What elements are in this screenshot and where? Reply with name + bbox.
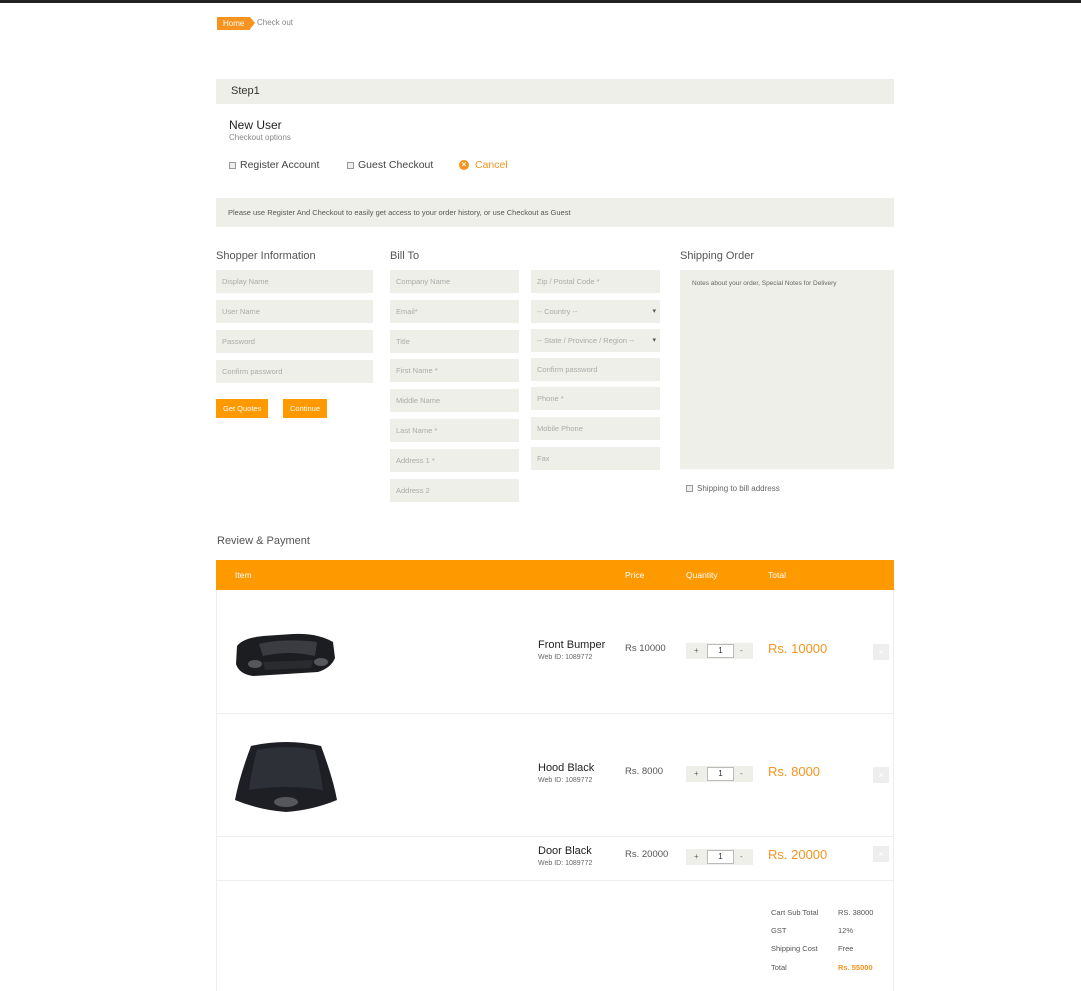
gst-value: 12% [838,926,854,935]
qty-input[interactable]: 1 [707,850,734,864]
item-web-id: Web ID: 1089772 [538,654,593,661]
shipping-notes-textarea[interactable]: Notes about your order, Special Notes fo… [680,270,894,469]
get-quotes-button[interactable]: Get Quotes [216,399,269,418]
breadcrumb-home[interactable]: Home [217,17,256,30]
total-label: Total [771,963,787,972]
item-total: Rs. 10000 [768,641,828,656]
step-title: Step1 [231,85,260,97]
shipping-cost-value: Free [838,944,854,953]
total-value: Rs. 55000 [838,963,873,972]
header-total: Total [768,570,786,580]
gst-label: GST [771,926,787,935]
display-name-field[interactable]: Display Name [216,270,373,293]
cancel-button[interactable]: × Cancel [459,159,508,171]
item-price: Rs. 8000 [625,766,664,777]
item-web-id: Web ID: 1089772 [538,860,593,867]
header-price: Price [625,570,645,580]
guest-checkout-option[interactable]: Guest Checkout [347,159,433,171]
qty-input[interactable]: 1 [707,644,734,658]
review-payment-title: Review & Payment [217,535,310,547]
item-name: Door Black [538,845,592,857]
guest-label: Guest Checkout [358,159,434,171]
middle-name-field[interactable]: Middle Name [390,389,519,412]
qty-increase-button[interactable]: + [694,769,699,778]
phone-field[interactable]: Phone * [531,387,660,410]
qty-decrease-button[interactable]: - [740,852,743,861]
qty-decrease-button[interactable]: - [740,769,743,778]
mobile-phone-field[interactable]: Mobile Phone [531,417,660,440]
bill-confirm-password-field[interactable]: Confirm password [531,358,660,381]
qty-decrease-button[interactable]: - [740,646,743,655]
info-message-bar: Please use Register And Checkout to easi… [216,198,894,227]
user-name-field[interactable]: User Name [216,300,373,323]
shopper-info-title: Shopper Information [216,250,316,262]
quantity-stepper[interactable]: + 1 - [686,849,753,865]
subtotal-value: RS. 38000 [838,908,874,917]
last-name-field[interactable]: Last Name * [390,419,519,442]
ship-to-bill-label: Shipping to bill address [697,484,780,493]
quantity-stepper[interactable]: + 1 - [686,766,753,782]
item-total: Rs. 8000 [768,764,821,779]
item-name: Front Bumper [538,639,606,651]
cancel-icon: × [459,160,469,170]
row-divider [217,880,893,881]
info-message: Please use Register And Checkout to easi… [228,208,571,217]
first-name-field[interactable]: First Name * [390,359,519,382]
item-name: Hood Black [538,762,595,774]
remove-item-button[interactable]: × [873,644,889,660]
row-divider [217,836,893,837]
qty-increase-button[interactable]: + [694,646,699,655]
fax-field[interactable]: Fax [531,447,660,470]
ship-to-bill-checkbox[interactable] [686,485,693,492]
confirm-password-field[interactable]: Confirm password [216,360,373,383]
shipping-order-title: Shipping Order [680,250,754,262]
header-quantity: Quantity [686,570,718,580]
item-web-id: Web ID: 1089772 [538,777,593,784]
item-price: Rs. 20000 [625,849,669,860]
item-total: Rs. 20000 [768,847,828,862]
register-checkbox[interactable] [229,161,236,169]
remove-item-button[interactable]: × [873,767,889,783]
breadcrumb-current: Check out [257,18,294,27]
qty-increase-button[interactable]: + [694,852,699,861]
new-user-subtitle: Checkout options [229,133,291,142]
cancel-label: Cancel [475,159,508,171]
continue-button[interactable]: Continue [283,399,328,418]
quantity-stepper[interactable]: + 1 - [686,643,753,659]
header-item: Item [235,570,252,580]
country-select[interactable]: -- Country -- [531,300,660,323]
register-label: Register Account [240,159,320,171]
address2-field[interactable]: Address 2 [390,479,519,502]
company-name-field[interactable]: Company Name [390,270,519,293]
qty-input[interactable]: 1 [707,767,734,781]
shipping-cost-label: Shipping Cost [771,944,818,953]
row-divider [217,713,893,714]
remove-item-button[interactable]: × [873,846,889,862]
top-bar [0,0,1081,3]
subtotal-label: Cart Sub Total [771,908,819,917]
title-field[interactable]: Title [390,330,519,353]
hood-black-image [235,742,337,812]
password-field[interactable]: Password [216,330,373,353]
state-select[interactable]: -- State / Province / Region -- [531,329,660,352]
front-bumper-image [236,633,335,676]
cart-table-header: Item Price Quantity Total [216,560,894,590]
bill-to-title: Bill To [390,250,420,262]
step-header: Step1 [216,79,894,104]
item-price: Rs 10000 [625,643,666,654]
new-user-title: New User [229,118,282,132]
email-field[interactable]: Email* [390,300,519,323]
address1-field[interactable]: Address 1 * [390,449,519,472]
zip-field[interactable]: Zip / Postal Code * [531,270,660,293]
register-account-option[interactable]: Register Account [229,159,319,171]
ship-to-bill-option[interactable]: Shipping to bill address [686,484,780,493]
guest-checkbox[interactable] [347,161,354,169]
